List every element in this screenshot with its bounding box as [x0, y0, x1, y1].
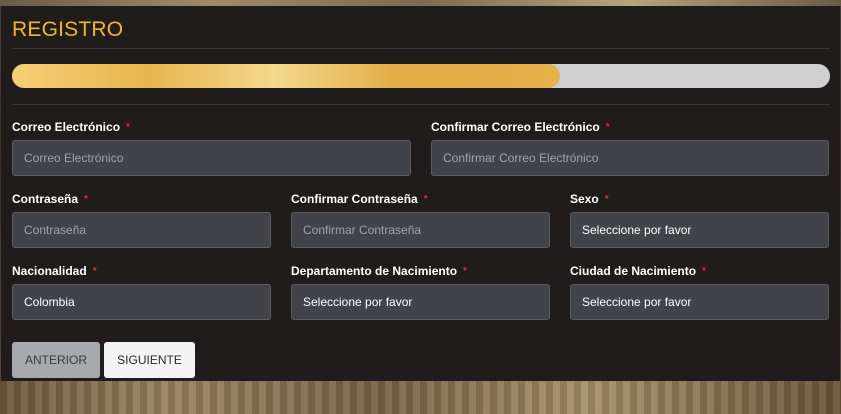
password-confirm-label: Confirmar Contraseña * [291, 192, 428, 206]
required-marker: * [126, 122, 130, 133]
previous-button[interactable]: ANTERIOR [12, 342, 100, 378]
progress-fill [12, 64, 561, 88]
password-confirm-input[interactable] [291, 212, 550, 248]
birth-city-group: Ciudad de Nacimiento * Seleccione por fav… [570, 263, 829, 320]
registration-panel: REGISTRO Correo Electrónico* Confirmar C… [1, 6, 840, 381]
email-group: Correo Electrónico * [12, 119, 411, 176]
birth-department-group: Departamento de Nacimiento * Seleccione p… [291, 263, 550, 320]
required-marker: * [92, 266, 97, 277]
birth-city-select[interactable]: Seleccione por favor [570, 284, 829, 320]
password-group: Contraseña * [12, 191, 271, 248]
required-marker: * [605, 122, 610, 133]
required-marker: * [84, 194, 88, 205]
birth-city-label: Ciudad de Nacimiento * [570, 264, 706, 278]
nationality-label: Nacionalidad * [12, 264, 97, 278]
email-confirm-input[interactable] [431, 140, 829, 176]
password-label: Contraseña * [12, 192, 88, 206]
progress-bar [12, 64, 830, 88]
email-label: Correo Electrónico * [12, 120, 130, 134]
required-marker: * [463, 266, 467, 277]
background-bottom [0, 380, 841, 414]
title-divider [12, 48, 830, 49]
email-confirm-group: Confirmar Correo Electrónico * [431, 119, 829, 176]
next-button[interactable]: SIGUIENTE [104, 342, 195, 378]
required-marker: * [604, 194, 609, 205]
email-input[interactable] [12, 140, 411, 176]
nationality-group: Nacionalidad * Colombia [12, 263, 271, 320]
email-confirm-label: Confirmar Correo Electrónico * [431, 120, 610, 134]
birth-department-label: Departamento de Nacimiento * [291, 264, 467, 278]
sex-group: Sexo * Seleccione por favor [570, 191, 829, 248]
required-marker: * [702, 266, 706, 277]
password-input[interactable] [12, 212, 271, 248]
progress-divider [12, 104, 830, 105]
nationality-select[interactable]: Colombia [12, 284, 271, 320]
sex-label: Sexo * [570, 192, 609, 206]
sex-select[interactable]: Seleccione por favor [570, 212, 829, 248]
birth-department-select[interactable]: Seleccione por favor [291, 284, 550, 320]
form-title: REGISTRO [12, 18, 124, 41]
required-marker: * [423, 194, 428, 205]
password-confirm-group: Confirmar Contraseña * [291, 191, 550, 248]
